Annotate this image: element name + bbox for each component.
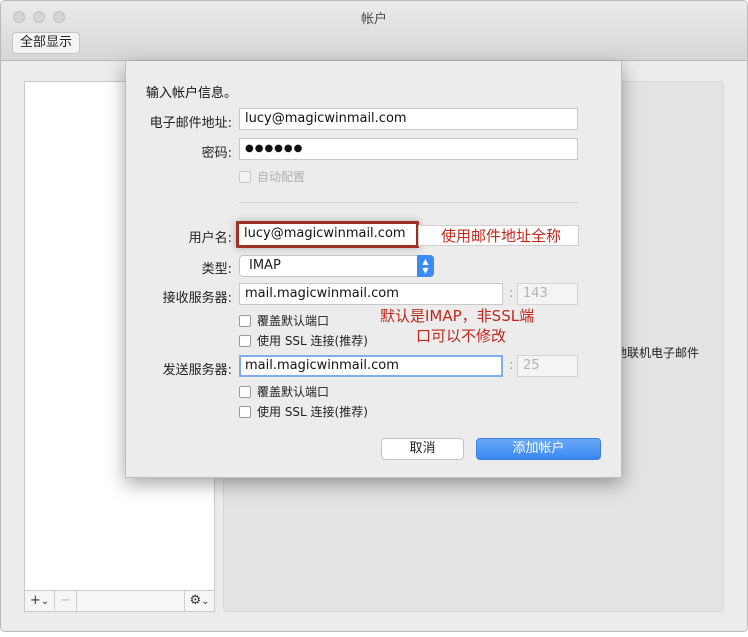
username-annotation: 使用邮件地址全称 <box>441 227 562 245</box>
password-field[interactable]: ●●●●●● <box>239 138 578 160</box>
checkbox-box <box>239 406 251 418</box>
use-ssl-label: 使用 SSL 连接(推荐) <box>257 405 368 419</box>
title-bar: 帐户 全部显示 <box>1 1 747 61</box>
add-account-sheet: 输入帐户信息。 电子邮件地址: lucy@magicwinmail.com 密码… <box>125 61 622 478</box>
section-divider <box>239 202 578 203</box>
auto-config-label: 自动配置 <box>257 170 306 184</box>
window-title: 帐户 <box>360 12 387 27</box>
override-port-label: 覆盖默认端口 <box>257 314 330 328</box>
gear-icon: ⚙ <box>189 593 202 608</box>
account-list-toolbar: +⌄ − ⚙⌄ <box>24 590 215 612</box>
outgoing-port-field[interactable]: 25 <box>517 355 578 377</box>
incoming-server-field[interactable]: mail.magicwinmail.com <box>239 283 503 305</box>
incoming-server-label: 接收服务器: <box>162 291 232 306</box>
incoming-override-port-checkbox[interactable]: 覆盖默认端口 <box>239 312 329 328</box>
checkbox-box <box>239 335 251 347</box>
checkbox-box <box>239 315 251 327</box>
use-ssl-label: 使用 SSL 连接(推荐) <box>257 334 368 348</box>
username-label: 用户名: <box>188 231 232 246</box>
account-type-value: IMAP <box>249 258 281 273</box>
default-annotation-line1: 默认是IMAP，非SSL端 <box>380 307 535 325</box>
remove-account-button[interactable]: − <box>55 591 77 611</box>
auto-config-checkbox[interactable]: 自动配置 <box>239 168 305 184</box>
cancel-button[interactable]: 取消 <box>381 438 464 460</box>
outgoing-server-label: 发送服务器: <box>162 363 232 378</box>
email-label: 电子邮件地址: <box>149 116 232 131</box>
accounts-window: 帐户 全部显示 +⌄ − ⚙⌄ 地联机电子邮件 输入帐户信息。 电子邮件地址: … <box>0 0 748 632</box>
plus-icon: + <box>29 593 41 608</box>
type-label: 类型: <box>201 262 232 277</box>
add-account-button[interactable]: +⌄ <box>25 591 55 611</box>
override-port-label: 覆盖默认端口 <box>257 385 330 399</box>
outgoing-override-port-checkbox[interactable]: 覆盖默认端口 <box>239 383 329 399</box>
background-description-text: 地联机电子邮件 <box>615 346 700 360</box>
outgoing-server-field[interactable]: mail.magicwinmail.com <box>239 355 503 377</box>
email-field[interactable]: lucy@magicwinmail.com <box>239 108 578 130</box>
sheet-heading: 输入帐户信息。 <box>146 86 238 101</box>
add-account-confirm-button[interactable]: 添加帐户 <box>476 438 601 460</box>
account-type-select[interactable]: IMAP ▲ ▼ <box>239 255 434 277</box>
incoming-use-ssl-checkbox[interactable]: 使用 SSL 连接(推荐) <box>239 332 368 348</box>
show-all-button[interactable]: 全部显示 <box>12 32 81 54</box>
outgoing-use-ssl-checkbox[interactable]: 使用 SSL 连接(推荐) <box>239 403 368 419</box>
username-value: lucy@magicwinmail.com <box>244 226 406 241</box>
username-field[interactable]: lucy@magicwinmail.com <box>236 221 419 248</box>
up-down-arrows-icon: ▲ ▼ <box>417 255 434 277</box>
port-separator: : <box>509 286 514 301</box>
incoming-port-field[interactable]: 143 <box>517 283 578 305</box>
account-actions-button[interactable]: ⚙⌄ <box>184 591 214 611</box>
password-label: 密码: <box>201 146 232 161</box>
port-separator: : <box>509 358 514 373</box>
chevron-down-icon: ⌄ <box>201 596 210 607</box>
checkbox-box <box>239 171 251 183</box>
checkbox-box <box>239 386 251 398</box>
chevron-down-icon: ⌄ <box>40 596 50 607</box>
default-annotation-line2: 口可以不修改 <box>416 327 507 345</box>
minus-icon: − <box>60 593 71 608</box>
